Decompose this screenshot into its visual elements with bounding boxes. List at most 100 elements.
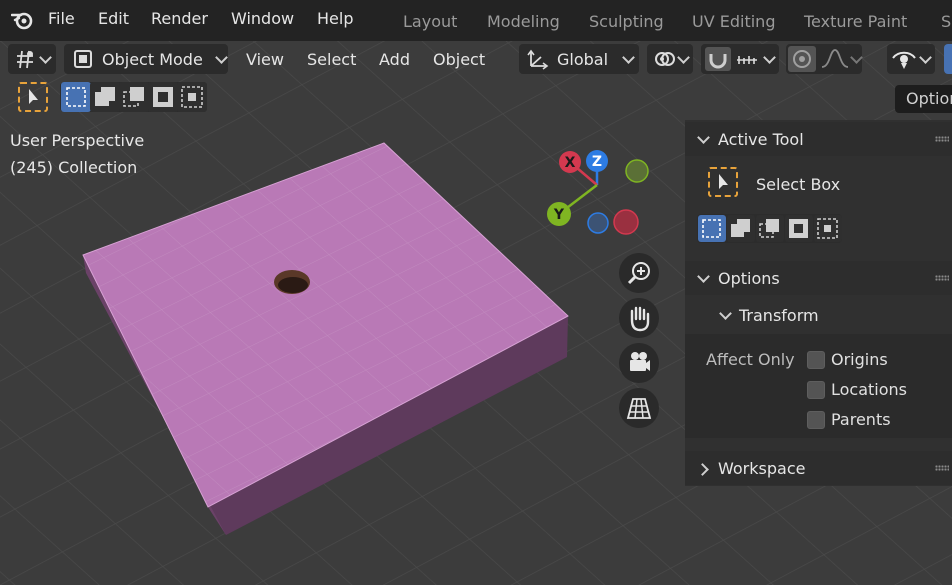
viewport-editor-icon xyxy=(17,50,33,69)
overlay-toggle-button[interactable] xyxy=(944,44,952,74)
parents-checkbox[interactable] xyxy=(807,411,825,429)
select-mode-intersect[interactable] xyxy=(177,82,207,112)
eye-icon xyxy=(892,51,916,69)
chevron-down-icon xyxy=(919,50,932,64)
mode-dropdown[interactable]: Object Mode xyxy=(64,44,228,74)
origins-label[interactable]: Origins xyxy=(831,350,888,369)
workspace-title: Workspace xyxy=(718,459,806,478)
locations-label[interactable]: Locations xyxy=(831,380,907,399)
camera-icon xyxy=(630,352,650,371)
select-mode-set[interactable] xyxy=(61,82,91,112)
drag-handle-icon[interactable] xyxy=(935,465,949,471)
editor-type-button[interactable] xyxy=(8,44,56,74)
chevron-down-icon xyxy=(763,50,776,64)
falloff-curve-icon[interactable] xyxy=(820,47,850,71)
parents-label[interactable]: Parents xyxy=(831,410,891,429)
menu-render[interactable]: Render xyxy=(151,9,208,28)
gizmo-y-label: Y xyxy=(553,207,565,223)
select-subtract-icon xyxy=(123,87,144,107)
gizmo-neg-x[interactable] xyxy=(613,209,639,235)
zoom-button[interactable] xyxy=(619,253,659,293)
select-extend-icon xyxy=(95,87,115,106)
tab-uv-editing[interactable]: UV Editing xyxy=(692,12,775,31)
ortho-toggle-button[interactable] xyxy=(619,388,659,428)
menu-window[interactable]: Window xyxy=(231,9,294,28)
grid-perspective-icon xyxy=(626,398,652,419)
select-cursor-icon xyxy=(719,174,728,189)
visibility-dropdown[interactable] xyxy=(887,44,935,74)
menu-help[interactable]: Help xyxy=(317,9,353,28)
magnet-snap-icon[interactable] xyxy=(705,47,731,71)
select-invert-icon xyxy=(789,219,808,238)
panel-select-mode-extend[interactable] xyxy=(727,215,755,242)
tool-settings-bar xyxy=(0,82,952,116)
tab-overflow[interactable]: Sh xyxy=(941,12,952,31)
select-subtract-icon xyxy=(759,219,779,238)
options-title: Options xyxy=(718,269,780,288)
menu-file[interactable]: File xyxy=(48,9,75,28)
hand-icon xyxy=(630,306,650,332)
chevron-down-icon xyxy=(677,50,690,64)
select-box-tool-icon[interactable] xyxy=(708,167,738,197)
pivot-icon xyxy=(655,52,675,66)
orientation-dropdown[interactable]: Global xyxy=(519,44,639,74)
blender-logo-icon[interactable] xyxy=(11,9,35,31)
chevron-down-icon xyxy=(697,131,710,144)
transform-title: Transform xyxy=(739,306,819,325)
view-name: User Perspective xyxy=(10,131,145,150)
origins-checkbox[interactable] xyxy=(807,351,825,369)
tab-modeling[interactable]: Modeling xyxy=(487,12,560,31)
chevron-down-icon xyxy=(719,307,732,320)
camera-view-button[interactable] xyxy=(619,343,659,383)
menu-select[interactable]: Select xyxy=(307,50,356,69)
tool-name: Select Box xyxy=(756,175,841,194)
select-new-icon xyxy=(66,87,86,107)
panel-select-mode-invert[interactable] xyxy=(785,215,813,242)
tab-texture-paint[interactable]: Texture Paint xyxy=(804,12,907,31)
gizmo-neg-z[interactable] xyxy=(587,212,609,234)
proportional-edit-controls[interactable] xyxy=(786,44,863,74)
tab-sculpting[interactable]: Sculpting xyxy=(589,12,664,31)
chevron-down-icon xyxy=(850,50,863,64)
tab-layout[interactable]: Layout xyxy=(403,12,457,31)
menu-object[interactable]: Object xyxy=(433,50,485,69)
select-intersect-icon xyxy=(817,218,838,239)
gizmo-x-label: X xyxy=(565,155,576,171)
gizmo-z-label: Z xyxy=(592,154,602,170)
zoom-icon xyxy=(627,262,650,285)
proportional-edit-icon[interactable] xyxy=(788,46,816,72)
transform-subpanel-body: Affect Only Origins Locations Parents xyxy=(685,334,952,438)
select-mode-invert[interactable] xyxy=(148,82,178,112)
select-extend-icon xyxy=(731,219,750,237)
transform-subpanel-header[interactable]: Transform xyxy=(685,298,952,332)
drag-handle-icon[interactable] xyxy=(935,275,949,281)
viewport-header: Object Mode View Select Add Object Globa… xyxy=(0,41,952,79)
active-tool-title: Active Tool xyxy=(718,130,804,149)
select-cursor-icon xyxy=(29,89,38,104)
active-tool-panel-header[interactable]: Active Tool xyxy=(685,122,952,156)
panel-select-mode-subtract[interactable] xyxy=(756,215,784,242)
options-panel-header[interactable]: Options xyxy=(685,261,952,295)
menu-add[interactable]: Add xyxy=(379,50,410,69)
locations-checkbox[interactable] xyxy=(807,381,825,399)
pivot-dropdown[interactable] xyxy=(647,44,693,74)
select-invert-icon xyxy=(153,87,173,107)
panel-select-mode-intersect[interactable] xyxy=(814,215,842,242)
chevron-down-icon xyxy=(214,50,228,64)
snap-increment-icon[interactable] xyxy=(735,48,761,70)
active-tool-button[interactable] xyxy=(18,82,48,112)
options-tab-label: Options xyxy=(906,89,952,108)
select-new-icon xyxy=(702,219,721,238)
menu-edit[interactable]: Edit xyxy=(98,9,129,28)
snap-controls[interactable] xyxy=(701,44,779,74)
select-mode-subtract[interactable] xyxy=(119,82,149,112)
workspace-panel-header[interactable]: Workspace xyxy=(685,451,952,485)
select-mode-extend[interactable] xyxy=(90,82,120,112)
drag-handle-icon[interactable] xyxy=(935,136,949,142)
gizmo-neg-y[interactable] xyxy=(625,159,649,183)
options-popover-tab[interactable]: Options xyxy=(895,85,952,113)
orientation-label: Global xyxy=(557,49,609,69)
menu-view[interactable]: View xyxy=(246,50,284,69)
panel-select-mode-set[interactable] xyxy=(698,215,726,242)
pan-button[interactable] xyxy=(619,298,659,338)
